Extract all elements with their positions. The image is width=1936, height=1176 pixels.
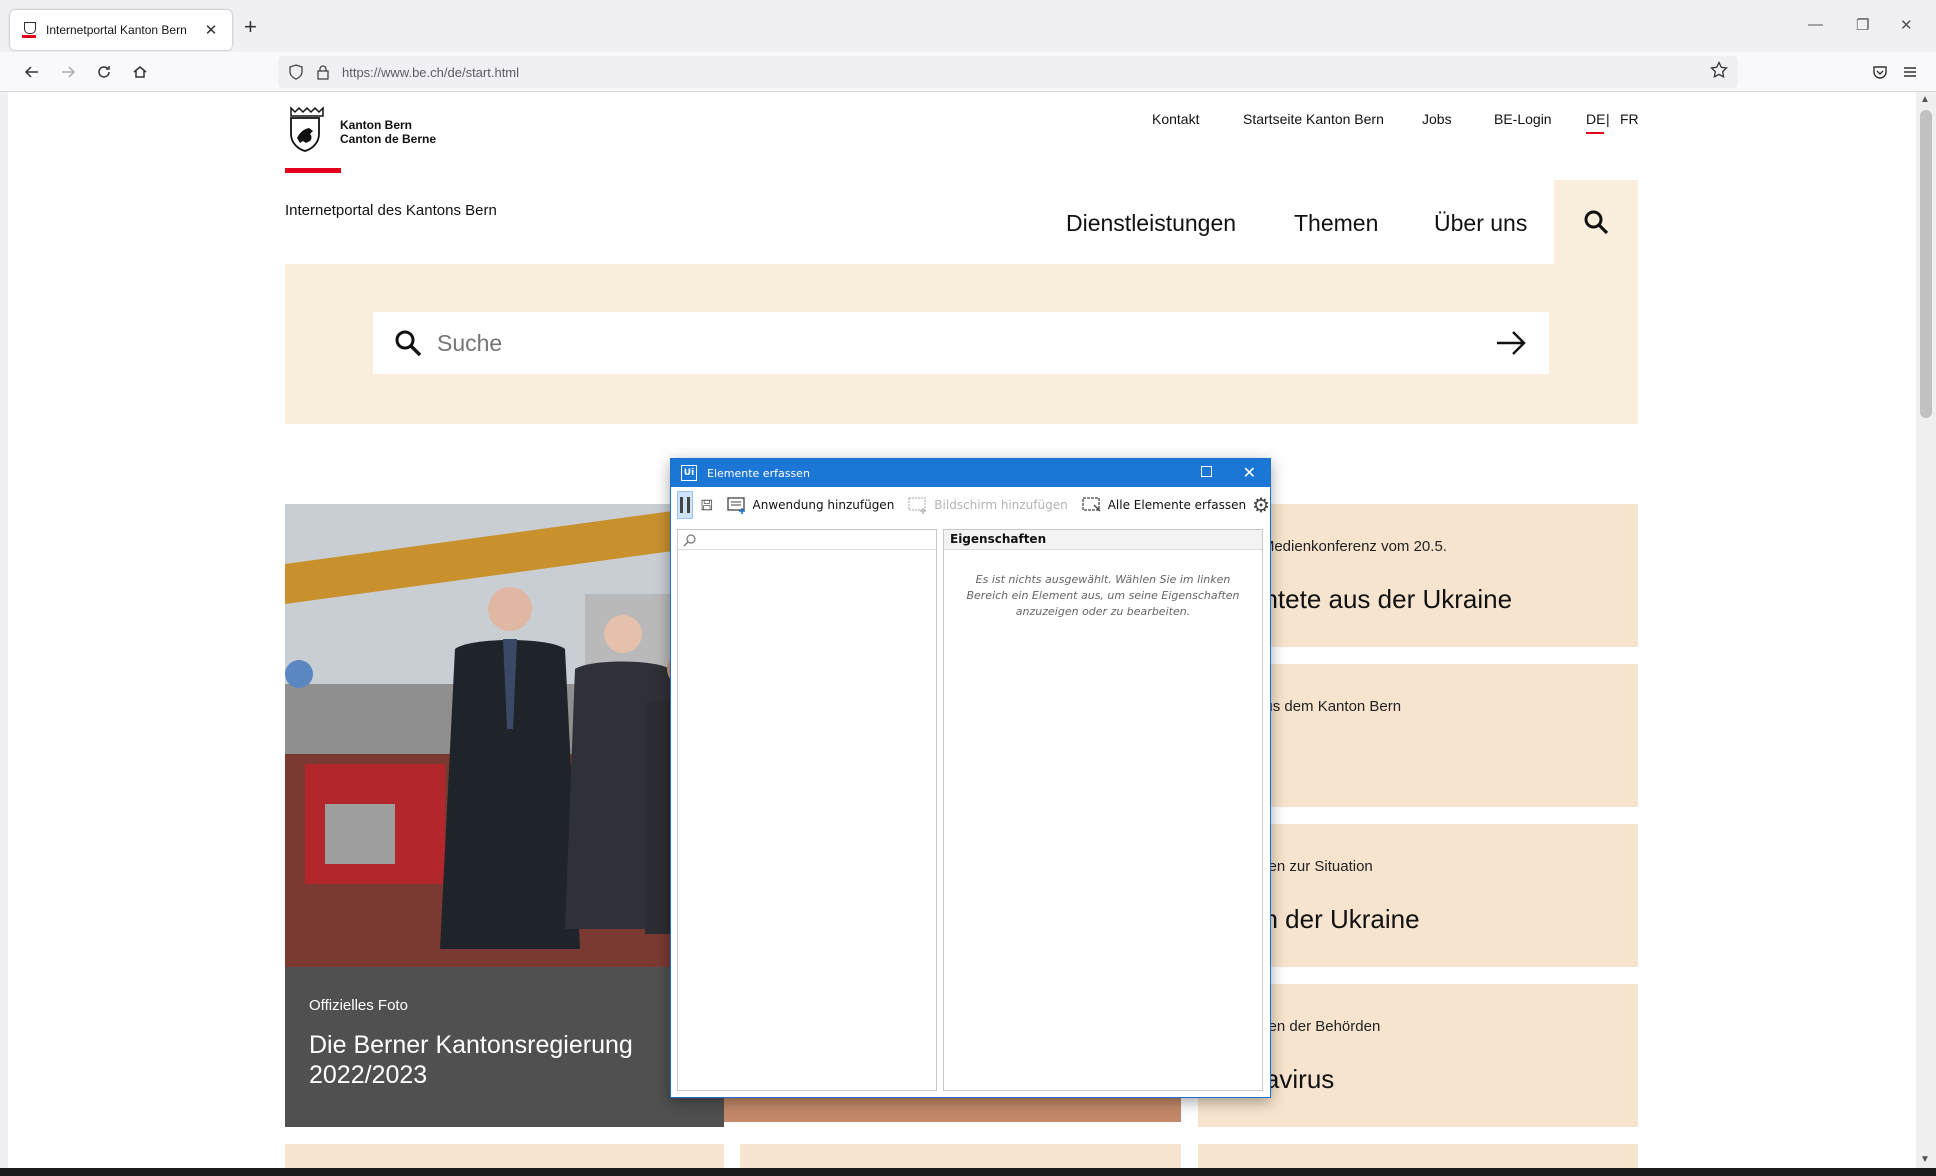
search-section — [285, 264, 1638, 424]
active-lang-indicator — [1586, 132, 1604, 134]
add-application-label: Anwendung hinzufügen — [752, 498, 895, 512]
element-tree-pane[interactable] — [677, 529, 937, 1091]
add-application-button[interactable]: Anwendung hinzufügen — [726, 496, 895, 514]
forward-button[interactable] — [56, 60, 80, 84]
card-title[interactable]: üchtete aus der Ukraine — [1236, 584, 1512, 615]
dialog-title: Elemente erfassen — [707, 466, 810, 480]
window-restore-button[interactable]: ❐ — [1856, 16, 1869, 34]
home-icon — [133, 66, 147, 78]
capture-all-label: Alle Elemente erfassen — [1107, 498, 1247, 512]
top-link-jobs[interactable]: Jobs — [1422, 111, 1452, 127]
reload-button[interactable] — [92, 60, 116, 84]
hero-teaser[interactable]: Offizielles Foto Die Berner Kantonsregie… — [285, 504, 724, 1127]
browser-tabbar: Internetportal Kanton Bern ✕ + — ❐ ✕ — [0, 0, 1936, 52]
forward-arrow-icon — [62, 66, 76, 78]
add-application-icon — [726, 497, 745, 514]
search-icon — [683, 534, 696, 547]
pocket-icon — [1873, 66, 1887, 79]
browser-navbar: https://www.be.ch/de/start.html — [0, 52, 1936, 92]
pause-button[interactable] — [677, 491, 693, 519]
save-icon[interactable] — [701, 494, 713, 516]
teaser-card-bottom-2[interactable] — [740, 1144, 1181, 1168]
address-bar[interactable]: https://www.be.ch/de/start.html — [278, 56, 1738, 88]
dialog-close-button[interactable]: ✕ — [1243, 463, 1256, 482]
settings-gear-icon[interactable]: ⚙ — [1252, 493, 1270, 517]
capture-all-icon — [1082, 497, 1101, 512]
properties-empty-message: Es ist nichts ausgewählt. Wählen Sie im … — [966, 573, 1240, 618]
add-screen-button[interactable]: Bildschirm hinzufügen — [908, 496, 1068, 514]
back-button[interactable] — [20, 60, 44, 84]
teaser-card-bottom-3[interactable] — [1198, 1144, 1638, 1168]
pocket-button[interactable] — [1868, 60, 1892, 84]
nav-themen[interactable]: Themen — [1294, 210, 1378, 237]
pause-icon — [679, 497, 683, 513]
search-input[interactable] — [437, 329, 1437, 357]
scroll-up-arrow-icon[interactable]: ▲ — [1920, 94, 1930, 105]
lock-icon[interactable] — [316, 64, 330, 80]
search-submit-arrow-icon[interactable] — [1495, 328, 1527, 358]
add-screen-icon — [908, 497, 927, 514]
bookmark-star-icon[interactable] — [1710, 61, 1728, 79]
lang-fr-link[interactable]: FR — [1620, 111, 1639, 127]
kanton-bern-coat-of-arms-logo[interactable] — [285, 106, 325, 152]
hero-title[interactable]: Die Berner Kantonsregierung 2022/2023 — [309, 1030, 700, 1090]
hero-kicker: Offizielles Foto — [309, 997, 408, 1014]
browser-tab[interactable]: Internetportal Kanton Bern ✕ — [10, 10, 232, 50]
kanton-bern-favicon-icon — [22, 22, 36, 38]
lang-separator: | — [1606, 111, 1610, 127]
new-tab-button[interactable]: + — [244, 16, 257, 38]
app-menu-button[interactable] — [1898, 60, 1922, 84]
tab-close-icon[interactable]: ✕ — [202, 21, 220, 39]
shield-icon[interactable] — [288, 64, 304, 80]
lang-de-link[interactable]: DE — [1586, 111, 1605, 127]
header-search-button[interactable] — [1554, 180, 1638, 264]
home-button[interactable] — [128, 60, 152, 84]
government-group-photo — [285, 504, 724, 967]
url-text[interactable]: https://www.be.ch/de/start.html — [342, 65, 519, 80]
add-screen-label: Bildschirm hinzufügen — [934, 498, 1068, 512]
nav-ueber-uns[interactable]: Über uns — [1434, 210, 1527, 237]
scrollbar-thumb[interactable] — [1920, 110, 1932, 418]
dialog-maximize-button[interactable] — [1201, 466, 1212, 477]
search-icon — [1584, 210, 1609, 235]
window-minimize-button[interactable]: — — [1808, 16, 1823, 33]
logo-accent-bar — [285, 168, 341, 173]
hamburger-menu-icon — [1904, 67, 1916, 77]
uipath-app-icon: Ui — [681, 465, 697, 481]
back-arrow-icon — [24, 66, 38, 78]
os-taskbar — [0, 1168, 1936, 1176]
top-link-startseite[interactable]: Startseite Kanton Bern — [1243, 111, 1384, 127]
tab-title: Internetportal Kanton Bern — [46, 23, 187, 37]
dialog-toolbar: Anwendung hinzufügen Bildschirm hinzufüg… — [671, 487, 1270, 523]
reload-icon — [98, 66, 110, 78]
properties-header: Eigenschaften — [944, 530, 1262, 550]
page-scrollbar[interactable]: ▲ ▼ — [1916, 92, 1936, 1168]
window-close-button[interactable]: ✕ — [1900, 16, 1913, 34]
properties-pane: Eigenschaften Es ist nichts ausgewählt. … — [943, 529, 1263, 1091]
search-box — [373, 312, 1549, 374]
teaser-card-bottom-1[interactable] — [285, 1144, 724, 1168]
element-search-field[interactable] — [678, 530, 936, 550]
scroll-down-arrow-icon[interactable]: ▼ — [1920, 1154, 1930, 1165]
top-link-kontakt[interactable]: Kontakt — [1152, 111, 1199, 127]
search-icon — [395, 330, 422, 357]
brand-name-fr[interactable]: Canton de Berne — [340, 132, 436, 146]
hero-caption: Offizielles Foto Die Berner Kantonsregie… — [285, 967, 724, 1127]
nav-dienstleistungen[interactable]: Dienstleistungen — [1066, 210, 1236, 237]
capture-all-elements-button[interactable]: Alle Elemente erfassen — [1082, 496, 1246, 514]
brand-name-de[interactable]: Kanton Bern — [340, 118, 412, 132]
capture-elements-dialog: Ui Elemente erfassen ✕ Anwendung hinzufü… — [670, 458, 1271, 1098]
pause-icon — [686, 497, 690, 513]
portal-title: Internetportal des Kantons Bern — [285, 202, 497, 219]
dialog-titlebar[interactable]: Ui Elemente erfassen ✕ — [671, 459, 1270, 487]
top-link-be-login[interactable]: BE-Login — [1494, 111, 1552, 127]
